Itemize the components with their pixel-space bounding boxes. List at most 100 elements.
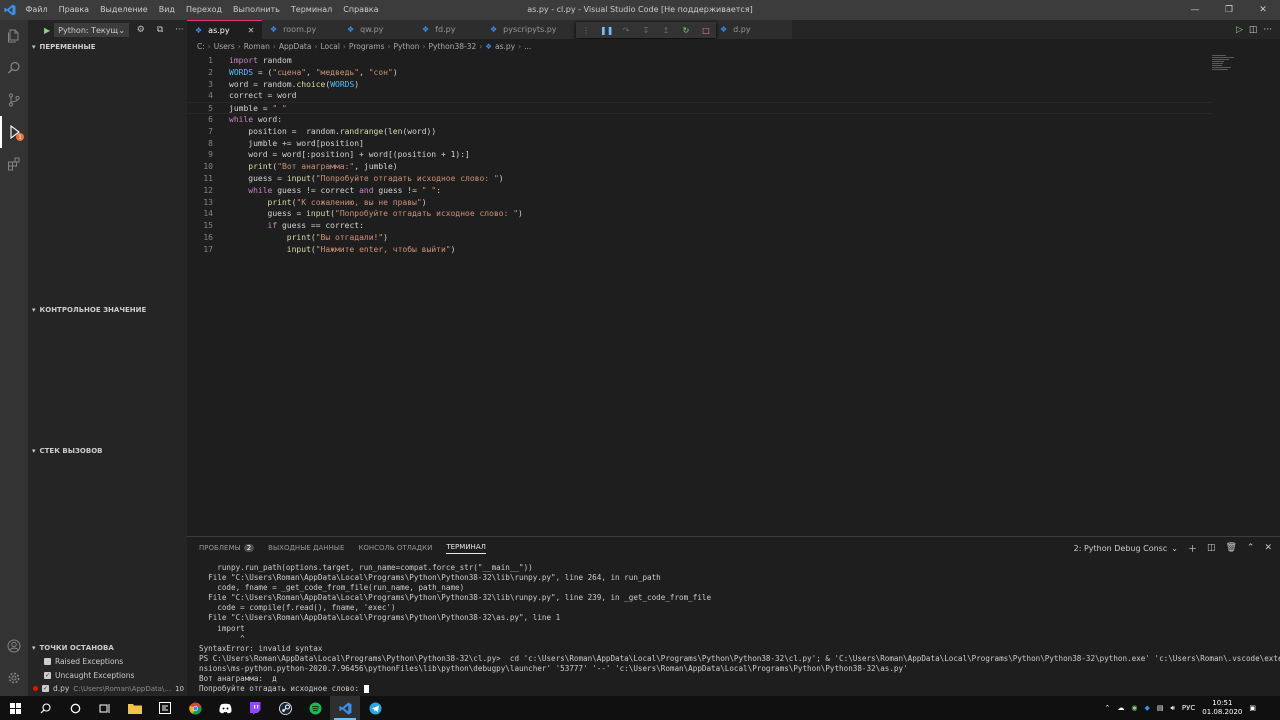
breadcrumb-item[interactable]: Python <box>393 42 419 51</box>
account-icon[interactable] <box>0 630 28 662</box>
code-line[interactable]: 14 guess = input("Попробуйте отгадать ис… <box>187 208 1212 220</box>
restart-icon[interactable]: ↻ <box>680 26 692 35</box>
breadcrumb-item[interactable]: Local <box>320 42 339 51</box>
code-line[interactable]: 11 guess = input("Попробуйте отгадать ис… <box>187 173 1212 185</box>
breakpoint-raised-exceptions[interactable]: Raised Exceptions <box>28 655 187 668</box>
search-icon[interactable] <box>0 52 28 84</box>
volume-icon[interactable]: 🔊︎ <box>1170 704 1174 713</box>
code-line[interactable]: 6 while word: <box>187 114 1212 126</box>
source-control-icon[interactable] <box>0 84 28 116</box>
breakpoint-file-d-py[interactable]: ✓ d.py C:\Users\Roman\AppData\... 10 <box>28 682 187 695</box>
search-icon[interactable] <box>30 696 60 720</box>
minimap[interactable] <box>1212 55 1236 73</box>
chrome-icon[interactable] <box>180 696 210 720</box>
call-stack-section-header[interactable]: ▾ СТЕК ВЫЗОВОВ <box>28 444 187 458</box>
tab-d-py[interactable]: ❖ d.py <box>712 20 792 39</box>
drag-handle-icon[interactable]: ⋮ <box>580 26 592 35</box>
code-line[interactable]: 9 word = word[:position] + word[(positio… <box>187 149 1212 161</box>
gear-icon[interactable]: ⚙ <box>133 25 148 35</box>
code-line[interactable]: 5 jumble = " " <box>187 102 1212 115</box>
code-line[interactable]: 16 print("Вы отгадали!") <box>187 232 1212 244</box>
chevron-up-icon[interactable]: ⌃ <box>1104 704 1110 712</box>
code-editor[interactable]: 1 import random 2 WORDS = ("сцена", "медвед… <box>187 53 1280 536</box>
code-line[interactable]: 15 if guess == correct: <box>187 220 1212 232</box>
telegram-icon[interactable] <box>360 696 390 720</box>
trash-icon[interactable]: 🗑︎ <box>1225 543 1236 553</box>
network-icon[interactable]: ▤ <box>1157 704 1164 712</box>
breadcrumb-item[interactable]: AppData <box>279 42 312 51</box>
menu-view[interactable]: Вид <box>153 0 180 20</box>
code-line[interactable]: 1 import random <box>187 55 1212 67</box>
code-line[interactable]: 12 while guess != correct and guess != "… <box>187 185 1212 197</box>
step-out-icon[interactable]: ↥ <box>660 26 672 35</box>
step-into-icon[interactable]: ↧ <box>640 26 652 35</box>
tab-problems[interactable]: ПРОБЛЕМЫ 2 <box>199 544 255 552</box>
spotify-icon[interactable] <box>300 696 330 720</box>
menu-selection[interactable]: Выделение <box>95 0 154 20</box>
code-line[interactable]: 13 print("К сожалению, вы не правы") <box>187 197 1212 209</box>
tab-room-py[interactable]: ❖ room.py <box>262 20 339 39</box>
cloud-icon[interactable]: ☁ <box>1117 704 1124 712</box>
breadcrumb-item[interactable]: Python38-32 <box>428 42 476 51</box>
menu-run[interactable]: Выполнить <box>228 0 286 20</box>
tab-terminal[interactable]: ТЕРМИНАЛ <box>446 543 486 554</box>
breadcrumb-item[interactable]: ... <box>524 42 531 51</box>
pause-icon[interactable]: ❚❚ <box>600 26 613 35</box>
run-debug-icon[interactable]: 1 <box>0 116 28 148</box>
vscode-taskbar-icon[interactable] <box>330 696 360 720</box>
breadcrumb-item[interactable]: C: <box>197 42 205 51</box>
code-line[interactable]: 17 input("Нажмите enter, чтобы выйти") <box>187 244 1212 256</box>
restore-icon[interactable]: ❐ <box>1212 0 1246 20</box>
clock[interactable]: 10:51 01.08.2020 <box>1202 699 1242 717</box>
windows-start-icon[interactable] <box>0 696 30 720</box>
tray-app-icon[interactable]: ◉ <box>1131 704 1137 712</box>
app-icon[interactable] <box>150 696 180 720</box>
checkbox-checked[interactable]: ✓ <box>44 672 51 679</box>
breakpoints-section-header[interactable]: ▾ ТОЧКИ ОСТАНОВА <box>28 641 187 655</box>
terminal-select[interactable]: 2: Python Debug Consc ⌄ <box>1074 544 1178 553</box>
tab-output[interactable]: ВЫХОДНЫЕ ДАННЫЕ <box>268 544 344 552</box>
code-line[interactable]: 2 WORDS = ("сцена", "медведь", "сон") <box>187 67 1212 79</box>
menu-file[interactable]: Файл <box>20 0 53 20</box>
new-terminal-icon[interactable]: ＋ <box>1188 542 1197 555</box>
terminal-output[interactable]: runpy.run_path(options.target, run_name=… <box>199 563 1280 694</box>
task-view-icon[interactable] <box>90 696 120 720</box>
split-editor-icon[interactable]: ◫ <box>1249 25 1258 35</box>
cortana-icon[interactable] <box>60 696 90 720</box>
tab-qw-py[interactable]: ❖ qw.py <box>339 20 414 39</box>
maximize-panel-icon[interactable]: ⌃ <box>1247 543 1255 553</box>
tab-fd-py[interactable]: ❖ fd.py <box>414 20 482 39</box>
discord-icon[interactable] <box>210 696 240 720</box>
minimize-icon[interactable]: — <box>1178 0 1212 20</box>
vpn-icon[interactable]: ◆ <box>1144 704 1149 712</box>
close-icon[interactable]: ✕ <box>1246 0 1280 20</box>
code-line[interactable]: 10 print("Вот анаграмма:", jumble) <box>187 161 1212 173</box>
explorer-icon[interactable] <box>0 20 28 52</box>
menu-terminal[interactable]: Терминал <box>285 0 337 20</box>
run-file-icon[interactable]: ▷ <box>1236 25 1243 35</box>
notifications-icon[interactable]: ▣ <box>1249 704 1256 712</box>
breadcrumb-item[interactable]: Users <box>214 42 235 51</box>
checkbox-checked[interactable]: ✓ <box>42 685 49 692</box>
variables-section-header[interactable]: ▾ ПЕРЕМЕННЫЕ <box>28 40 187 54</box>
language-indicator[interactable]: РУС <box>1182 704 1195 712</box>
code-line[interactable]: 3 word = random.choice(WORDS) <box>187 79 1212 91</box>
debug-config-select[interactable]: Python: Текущ ⌄ <box>54 23 130 37</box>
settings-gear-icon[interactable] <box>0 662 28 694</box>
stop-icon[interactable]: □ <box>700 26 712 35</box>
breadcrumb-item[interactable]: as.py <box>495 42 515 51</box>
code-line[interactable]: 7 position = random.randrange(len(word)) <box>187 126 1212 138</box>
menu-go[interactable]: Переход <box>180 0 227 20</box>
twitch-icon[interactable] <box>240 696 270 720</box>
file-explorer-icon[interactable] <box>120 696 150 720</box>
step-over-icon[interactable]: ↷ <box>620 26 632 35</box>
menu-help[interactable]: Справка <box>338 0 384 20</box>
start-debugging-icon[interactable]: ▶ <box>44 26 50 35</box>
debug-console-icon[interactable]: ⧉ <box>152 25 167 35</box>
tab-as-py[interactable]: ❖ as.py ✕ <box>187 20 262 39</box>
split-terminal-icon[interactable]: ◫ <box>1207 543 1216 553</box>
more-actions-icon[interactable]: ··· <box>172 25 187 35</box>
checkbox-unchecked[interactable] <box>44 658 51 665</box>
breadcrumb-item[interactable]: Roman <box>244 42 270 51</box>
extensions-icon[interactable] <box>0 148 28 180</box>
